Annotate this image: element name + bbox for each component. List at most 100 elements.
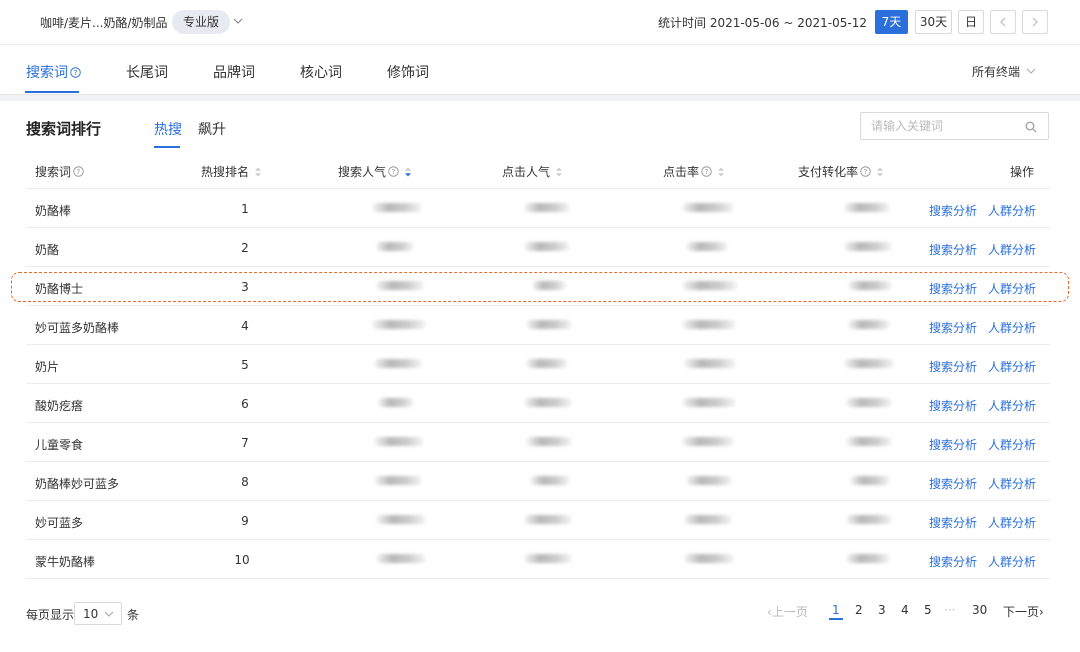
help-icon[interactable]: ? <box>73 166 84 177</box>
search-analysis-link[interactable]: 搜索分析 <box>929 319 977 336</box>
keyword-type-tabs: 搜索词? 长尾词 品牌词 核心词 修饰词 所有终端 <box>0 45 1080 95</box>
terminal-select[interactable]: 所有终端 <box>972 63 1020 80</box>
column-header-click-popularity[interactable]: 点击人气 <box>502 163 563 180</box>
sort-icon[interactable] <box>717 167 725 177</box>
search-analysis-link[interactable]: 搜索分析 <box>929 514 977 531</box>
blurred-value <box>530 476 570 485</box>
chevron-down-icon[interactable] <box>232 15 244 27</box>
audience-analysis-link[interactable]: 人群分析 <box>988 241 1036 258</box>
chevron-down-icon[interactable] <box>1026 67 1036 75</box>
page-2[interactable]: 2 <box>855 603 863 617</box>
table-row: 妙可蓝多 9 搜索分析 人群分析 <box>26 501 1050 540</box>
search-analysis-link[interactable]: 搜索分析 <box>929 397 977 414</box>
help-icon[interactable]: ? <box>701 166 712 177</box>
search-analysis-link[interactable]: 搜索分析 <box>929 475 977 492</box>
column-header-search-popularity[interactable]: 搜索人气? <box>338 163 412 180</box>
page-3[interactable]: 3 <box>878 603 886 617</box>
prev-period-button[interactable] <box>990 10 1016 34</box>
active-subtab-indicator <box>154 146 180 148</box>
category-breadcrumb[interactable]: 咖啡/麦片...奶酪/奶制品 <box>40 14 168 31</box>
page-5[interactable]: 5 <box>924 603 932 617</box>
svg-text:?: ? <box>705 167 709 176</box>
sort-desc-icon[interactable] <box>404 167 412 177</box>
column-header-conversion[interactable]: 支付转化率? <box>798 163 884 180</box>
blurred-value <box>848 281 892 290</box>
blurred-value <box>846 515 892 524</box>
audience-analysis-link[interactable]: 人群分析 <box>988 202 1036 219</box>
blurred-value <box>684 515 732 524</box>
keyword-search-input[interactable] <box>871 118 1021 134</box>
column-header-actions: 操作 <box>1010 165 1035 179</box>
column-header-label: 搜索词 <box>35 165 72 179</box>
rank-cell: 10 <box>234 553 250 567</box>
sort-icon[interactable] <box>555 167 563 177</box>
help-icon[interactable]: ? <box>388 166 399 177</box>
audience-analysis-link[interactable]: 人群分析 <box>988 280 1036 297</box>
table-row: 奶酪 2 搜索分析 人群分析 <box>26 228 1050 267</box>
svg-text:?: ? <box>77 167 81 176</box>
keyword-cell: 儿童零食 <box>35 438 84 452</box>
search-analysis-link[interactable]: 搜索分析 <box>929 358 977 375</box>
keyword-cell: 妙可蓝多奶酪棒 <box>35 321 120 335</box>
audience-analysis-link[interactable]: 人群分析 <box>988 475 1036 492</box>
page-1[interactable]: 1 <box>832 603 840 617</box>
column-header-rank[interactable]: 热搜排名 <box>201 163 262 180</box>
page-last[interactable]: 30 <box>972 603 987 617</box>
search-analysis-link[interactable]: 搜索分析 <box>929 553 977 570</box>
next-period-button[interactable] <box>1022 10 1048 34</box>
column-header-keyword[interactable]: 搜索词? <box>35 163 84 180</box>
keyword-cell: 奶片 <box>35 360 60 374</box>
page-size-label: 每页显示 <box>26 608 75 622</box>
tab-long-tail[interactable]: 长尾词 <box>126 62 168 82</box>
column-header-label: 支付转化率 <box>798 165 859 179</box>
subtab-hot[interactable]: 热搜 <box>154 119 182 139</box>
next-page-button[interactable]: 下一页› <box>1003 603 1044 620</box>
search-analysis-link[interactable]: 搜索分析 <box>929 241 977 258</box>
current-page-indicator <box>829 618 843 620</box>
blurred-value <box>376 281 424 290</box>
page-size-select[interactable]: 10 <box>74 602 122 625</box>
search-analysis-link[interactable]: 搜索分析 <box>929 202 977 219</box>
audience-analysis-link[interactable]: 人群分析 <box>988 553 1036 570</box>
search-icon[interactable] <box>1025 121 1037 133</box>
blurred-value <box>374 359 422 368</box>
help-icon[interactable]: ? <box>70 67 81 78</box>
prev-page-button[interactable]: ‹上一页 <box>767 603 808 620</box>
period-30d-button[interactable]: 30天 <box>915 10 952 34</box>
blurred-value <box>524 398 572 407</box>
blurred-value <box>686 476 732 485</box>
blurred-value <box>848 320 890 329</box>
column-header-label: 热搜排名 <box>201 165 250 179</box>
subtab-rising[interactable]: 飙升 <box>198 119 226 139</box>
audience-analysis-link[interactable]: 人群分析 <box>988 436 1036 453</box>
edition-badge[interactable]: 专业版 <box>172 10 231 34</box>
audience-analysis-link[interactable]: 人群分析 <box>988 358 1036 375</box>
search-analysis-link[interactable]: 搜索分析 <box>929 436 977 453</box>
help-icon[interactable]: ? <box>860 166 871 177</box>
sort-icon[interactable] <box>876 167 884 177</box>
tab-brand[interactable]: 品牌词 <box>213 62 255 82</box>
audience-analysis-link[interactable]: 人群分析 <box>988 319 1036 336</box>
rank-cell: 2 <box>241 241 249 255</box>
rank-cell: 9 <box>241 514 249 528</box>
page-size-unit: 条 <box>127 608 140 622</box>
blurred-value <box>846 437 892 446</box>
page-ellipsis[interactable]: ··· <box>944 603 955 617</box>
column-header-ctr[interactable]: 点击率? <box>663 163 725 180</box>
audience-analysis-link[interactable]: 人群分析 <box>988 514 1036 531</box>
keyword-search-box[interactable] <box>860 112 1049 140</box>
rank-cell: 3 <box>241 280 249 294</box>
tab-modifier[interactable]: 修饰词 <box>387 62 429 82</box>
page-4[interactable]: 4 <box>901 603 909 617</box>
tab-search-term[interactable]: 搜索词? <box>26 62 81 82</box>
period-day-button[interactable]: 日 <box>958 10 984 34</box>
blurred-value <box>846 554 890 563</box>
blurred-value <box>526 320 572 329</box>
sort-icon[interactable] <box>254 167 262 177</box>
period-7d-button[interactable]: 7天 <box>875 10 908 34</box>
search-analysis-link[interactable]: 搜索分析 <box>929 280 977 297</box>
column-header-label: 点击人气 <box>502 165 551 179</box>
audience-analysis-link[interactable]: 人群分析 <box>988 397 1036 414</box>
tab-core[interactable]: 核心词 <box>300 62 342 82</box>
rank-cell: 8 <box>241 475 249 489</box>
